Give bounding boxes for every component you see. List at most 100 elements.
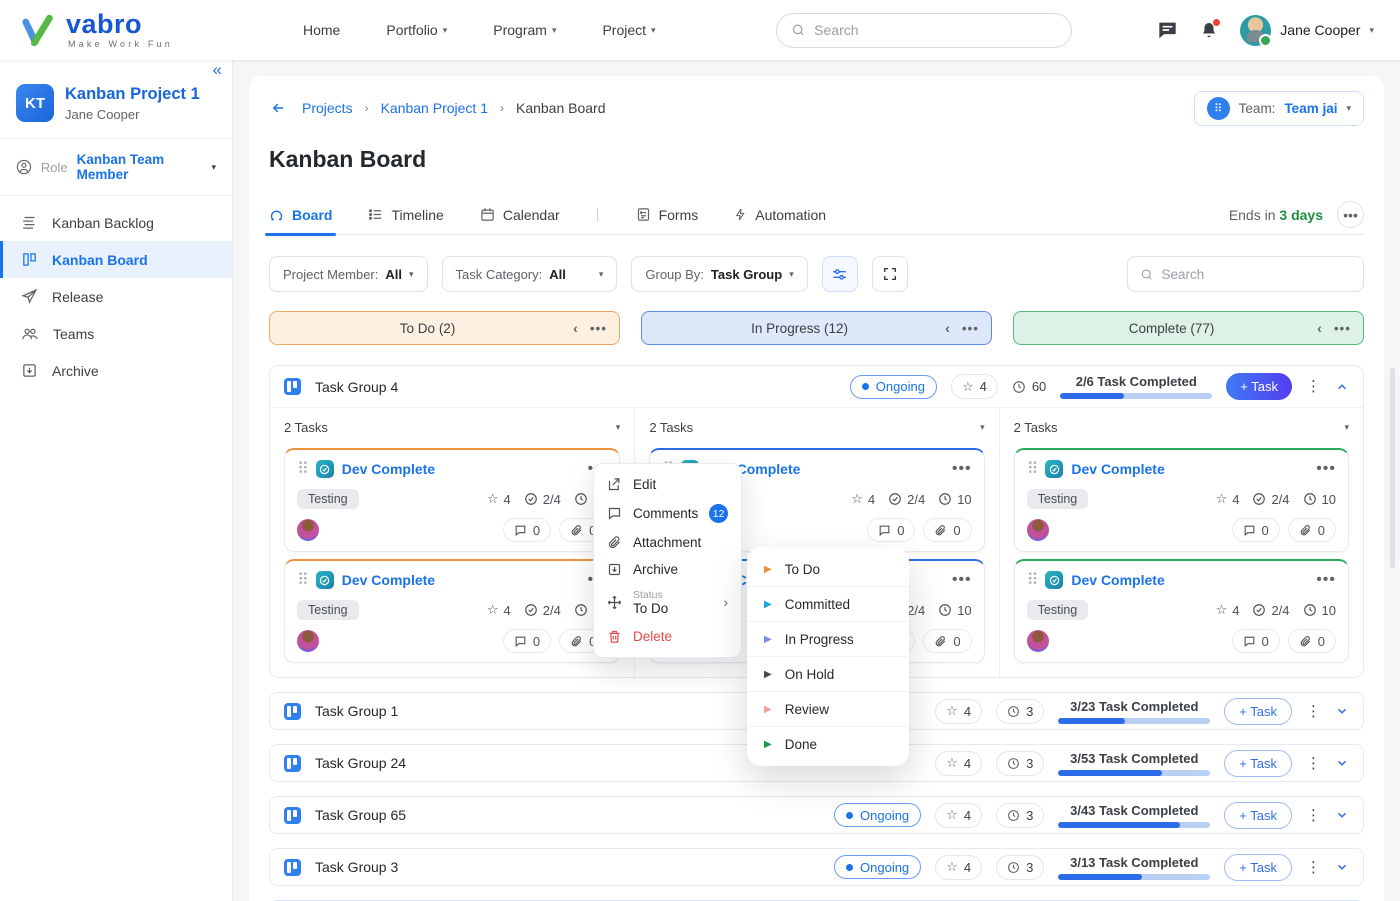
column-header-complete[interactable]: Complete (77) ‹ •••	[1013, 311, 1364, 345]
status-option-review[interactable]: ▶ Review	[747, 691, 909, 726]
chevron-down-icon[interactable]	[1335, 808, 1349, 822]
task-card[interactable]: ⠿ Dev Complete ••• Testing ☆4 2/4 10	[1014, 559, 1349, 663]
group-menu-icon[interactable]: ⋮	[1306, 808, 1321, 823]
scrollbar-thumb[interactable]	[1390, 368, 1395, 568]
attachments-count[interactable]: 0	[1288, 518, 1336, 542]
sidebar-collapse-icon[interactable]: «	[213, 60, 222, 80]
menu-item-archive[interactable]: Archive	[594, 556, 741, 583]
drag-handle-icon[interactable]: ⠿	[1027, 570, 1039, 590]
drag-handle-icon[interactable]: ⠿	[297, 570, 309, 590]
chevron-down-icon[interactable]	[1335, 704, 1349, 718]
assignee-avatar[interactable]	[1027, 519, 1049, 541]
status-option-on-hold[interactable]: ▶ On Hold	[747, 656, 909, 691]
card-menu-icon[interactable]: •••	[1316, 460, 1336, 478]
status-option-done[interactable]: ▶ Done	[747, 726, 909, 761]
task-count[interactable]: 2 Tasks▾	[1014, 413, 1349, 441]
global-search-input[interactable]	[814, 22, 1056, 38]
global-search[interactable]	[776, 13, 1072, 48]
task-title[interactable]: Dev Complete	[342, 461, 435, 477]
column-menu-icon[interactable]: •••	[1334, 321, 1351, 336]
attachments-count[interactable]: 0	[923, 518, 971, 542]
role-selector[interactable]: Role Kanban Team Member ▾	[0, 139, 232, 195]
sidebar-item-kanban-backlog[interactable]: Kanban Backlog	[0, 204, 232, 241]
user-menu[interactable]: Jane Cooper ▾	[1240, 15, 1374, 46]
sidebar-item-teams[interactable]: Teams	[0, 315, 232, 352]
attachments-count[interactable]: 0	[923, 629, 971, 653]
comments-count[interactable]: 0	[503, 629, 551, 653]
comments-count[interactable]: 0	[1232, 629, 1280, 653]
comments-count[interactable]: 0	[867, 518, 915, 542]
assignee-avatar[interactable]	[297, 519, 319, 541]
task-card[interactable]: ⠿ Dev Complete ••• Testing ☆4 2/4 10	[284, 559, 620, 663]
comments-count[interactable]: 0	[1232, 518, 1280, 542]
card-menu-icon[interactable]: •••	[1316, 571, 1336, 589]
add-task-button[interactable]: + Task	[1226, 373, 1292, 400]
column-menu-icon[interactable]: •••	[962, 321, 979, 336]
task-count[interactable]: 2 Tasks▾	[284, 413, 620, 441]
project-member-filter[interactable]: Project Member:All▾	[269, 256, 428, 292]
menu-item-edit[interactable]: Edit	[594, 471, 741, 498]
status-option-todo[interactable]: ▶ To Do	[747, 552, 909, 586]
breadcrumb-kanban-project[interactable]: Kanban Project 1	[381, 100, 488, 116]
add-task-button[interactable]: + Task	[1224, 750, 1292, 777]
board-search[interactable]	[1127, 256, 1364, 292]
group-menu-icon[interactable]: ⋮	[1306, 704, 1321, 719]
add-task-button[interactable]: + Task	[1224, 698, 1292, 725]
column-header-todo[interactable]: To Do (2) ‹ •••	[269, 311, 620, 345]
board-more-menu[interactable]: •••	[1337, 201, 1364, 228]
fullscreen-icon[interactable]	[872, 256, 908, 292]
task-group-row-3[interactable]: Task Group 3 Ongoing ☆4 3 3/13 Task Comp…	[269, 848, 1364, 886]
menu-item-comments[interactable]: Comments 12	[594, 498, 741, 529]
group-by-filter[interactable]: Group By:Task Group▾	[631, 256, 807, 292]
task-group-row-65[interactable]: Task Group 65 Ongoing ☆4 3 3/43 Task Com…	[269, 796, 1364, 834]
column-header-in-progress[interactable]: In Progress (12) ‹ •••	[641, 311, 992, 345]
chevron-up-icon[interactable]	[1335, 380, 1349, 394]
task-count[interactable]: 2 Tasks▾	[649, 413, 984, 441]
notifications-bell-icon[interactable]	[1200, 21, 1218, 40]
team-selector[interactable]: ⠿ Team: Team jai ▾	[1194, 91, 1364, 126]
task-card[interactable]: ⠿ Dev Complete ••• Testing ☆4 2/4 10	[284, 448, 620, 552]
task-card[interactable]: ⠿ Dev Complete ••• Testing ☆4 2/4 10	[1014, 448, 1349, 552]
group-menu-icon[interactable]: ⋮	[1306, 756, 1321, 771]
assignee-avatar[interactable]	[297, 630, 319, 652]
menu-item-delete[interactable]: Delete	[594, 623, 741, 650]
drag-handle-icon[interactable]: ⠿	[1027, 459, 1039, 479]
tab-forms[interactable]: Forms	[636, 195, 699, 235]
add-task-button[interactable]: + Task	[1224, 854, 1292, 881]
add-task-button[interactable]: + Task	[1224, 802, 1292, 829]
nav-project[interactable]: Project▾	[602, 22, 655, 38]
sidebar-item-release[interactable]: Release	[0, 278, 232, 315]
tab-automation[interactable]: Automation	[734, 195, 826, 235]
nav-portfolio[interactable]: Portfolio▾	[386, 22, 447, 38]
task-title[interactable]: Dev Complete	[1071, 572, 1164, 588]
nav-program[interactable]: Program▾	[493, 22, 556, 38]
tab-timeline[interactable]: Timeline	[368, 195, 443, 235]
collapse-column-icon[interactable]: ‹	[1317, 320, 1322, 336]
group-menu-icon[interactable]: ⋮	[1306, 860, 1321, 875]
chevron-down-icon[interactable]	[1335, 756, 1349, 770]
sidebar-item-kanban-board[interactable]: Kanban Board	[0, 241, 232, 278]
collapse-column-icon[interactable]: ‹	[573, 320, 578, 336]
status-option-in-progress[interactable]: ▶ In Progress	[747, 621, 909, 656]
chevron-down-icon[interactable]	[1335, 860, 1349, 874]
feedback-chat-icon[interactable]	[1157, 21, 1178, 39]
task-category-filter[interactable]: Task Category:All▾	[442, 256, 618, 292]
nav-home[interactable]: Home	[303, 22, 340, 38]
breadcrumb-projects[interactable]: Projects	[302, 100, 353, 116]
card-menu-icon[interactable]: •••	[952, 460, 972, 478]
tab-board[interactable]: Board	[269, 195, 332, 235]
card-menu-icon[interactable]: •••	[952, 571, 972, 589]
attachments-count[interactable]: 0	[1288, 629, 1336, 653]
menu-item-status[interactable]: StatusTo Do ›	[594, 583, 741, 623]
vabro-logo[interactable]: vabro Make Work Fun	[0, 11, 233, 49]
board-settings-sliders-icon[interactable]	[822, 256, 858, 292]
back-arrow-icon[interactable]	[269, 100, 288, 116]
drag-handle-icon[interactable]: ⠿	[297, 459, 309, 479]
comments-count[interactable]: 0	[503, 518, 551, 542]
assignee-avatar[interactable]	[1027, 630, 1049, 652]
column-menu-icon[interactable]: •••	[590, 321, 607, 336]
project-block[interactable]: KT Kanban Project 1 Jane Cooper	[0, 60, 232, 138]
task-title[interactable]: Dev Complete	[1071, 461, 1164, 477]
menu-item-attachment[interactable]: Attachment	[594, 529, 741, 556]
tab-calendar[interactable]: Calendar	[480, 195, 560, 235]
